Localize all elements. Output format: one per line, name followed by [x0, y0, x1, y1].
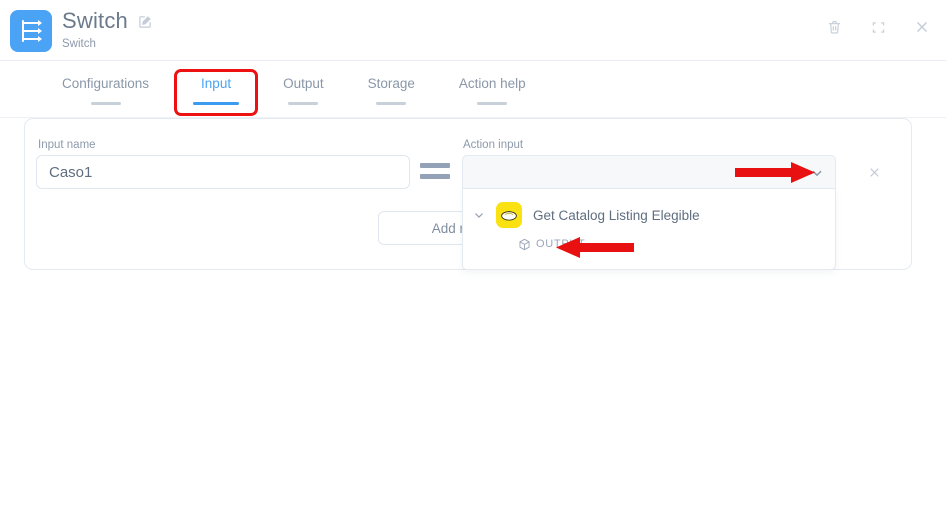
action-input-label: Action input	[463, 138, 523, 152]
action-input-dropdown: Get Catalog Listing Elegible OUTPUT	[462, 189, 836, 270]
tab-action-help[interactable]: Action help	[437, 75, 548, 105]
tab-label: Output	[283, 75, 324, 93]
tab-storage[interactable]: Storage	[346, 75, 437, 105]
tab-underline	[477, 102, 507, 105]
tab-input[interactable]: Input	[171, 75, 261, 105]
tab-underline	[91, 102, 121, 105]
page-subtitle: Switch	[62, 37, 153, 51]
tab-label: Action help	[459, 75, 526, 93]
input-mapping-card: Input name Action input Add new	[24, 118, 912, 270]
dropdown-item-output[interactable]: OUTPUT	[463, 231, 835, 257]
tab-underline	[288, 102, 318, 105]
window-header: Switch Switch	[0, 0, 946, 61]
header-title-block: Switch Switch	[62, 8, 153, 51]
yellow-app-icon	[496, 202, 522, 228]
dropdown-group-get-catalog-listing-elegible[interactable]: Get Catalog Listing Elegible	[463, 199, 835, 231]
tab-configurations[interactable]: Configurations	[40, 75, 171, 105]
input-name-label: Input name	[38, 138, 96, 152]
tab-underline	[193, 102, 239, 105]
equals-icon	[420, 163, 452, 181]
tab-list: Configurations Input Output Storage Acti…	[40, 75, 548, 105]
tab-label: Storage	[368, 75, 415, 93]
tab-output[interactable]: Output	[261, 75, 346, 105]
chevron-down-icon[interactable]	[809, 165, 825, 181]
header-actions	[824, 17, 932, 37]
page-title: Switch	[62, 8, 128, 34]
remove-row-button[interactable]	[863, 161, 885, 183]
tab-bar: Configurations Input Output Storage Acti…	[0, 61, 946, 118]
tab-underline	[376, 102, 406, 105]
edit-pencil-icon[interactable]	[138, 14, 153, 29]
cube-icon	[518, 238, 531, 251]
switch-icon	[10, 10, 52, 52]
trash-icon[interactable]	[824, 17, 844, 37]
action-input-select[interactable]	[462, 155, 836, 189]
tab-label: Input	[193, 75, 239, 93]
close-icon[interactable]	[912, 17, 932, 37]
input-name-field[interactable]	[36, 155, 410, 189]
fullscreen-icon[interactable]	[868, 17, 888, 37]
dropdown-item-label: OUTPUT	[536, 238, 585, 250]
dropdown-group-label: Get Catalog Listing Elegible	[533, 208, 700, 223]
chevron-down-icon[interactable]	[471, 207, 487, 223]
tab-label: Configurations	[62, 75, 149, 93]
